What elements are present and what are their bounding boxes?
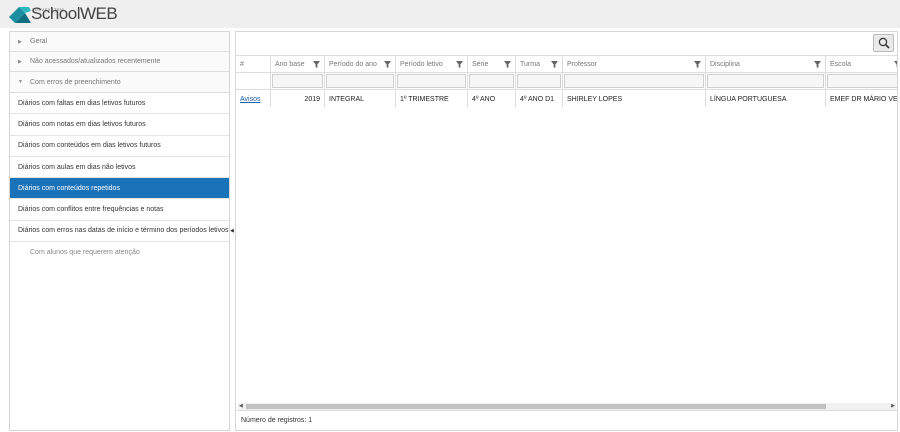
sidebar-item[interactable]: Diários com notas em dias letivos futuro… (10, 114, 229, 136)
filter-cell (236, 73, 271, 89)
column-filter-input[interactable] (326, 74, 394, 88)
group-label: Não acessados/atualizados recentemente (30, 58, 161, 65)
filter-cell (396, 73, 468, 89)
group-geral[interactable]: ▶ Geral (10, 32, 229, 52)
column-header[interactable]: Série (468, 56, 516, 72)
column-label: Período do ano (329, 60, 377, 68)
table-cell: 4º ANO D1 (516, 91, 563, 107)
filter-cell (271, 73, 325, 89)
logo-icon (9, 7, 31, 23)
filter-cell (826, 73, 897, 89)
column-filter-input[interactable] (469, 74, 514, 88)
sidebar-item[interactable]: Diários com conflitos entre frequências … (10, 199, 229, 221)
scroll-left-icon[interactable]: ◀ (239, 403, 243, 409)
sidebar-item[interactable]: Diários com faltas em dias letivos futur… (10, 93, 229, 115)
filter-icon[interactable] (894, 60, 897, 68)
data-grid: # Ano base Período do ano Período letivo Sér… (236, 55, 897, 107)
search-icon (878, 37, 890, 49)
filter-icon[interactable] (504, 60, 511, 68)
filter-icon[interactable] (551, 60, 558, 68)
column-label: Ano base (275, 60, 305, 68)
sidebar-item[interactable]: Diários com conteúdos em dias letivos fu… (10, 136, 229, 157)
sidebar: ▶ Geral ▶ Não acessados/atualizados recent… (9, 31, 230, 431)
filter-icon[interactable] (313, 60, 320, 68)
column-label: Professor (567, 60, 597, 68)
caret-right-icon: ▶ (18, 38, 22, 45)
table-cell: 4º ANO (468, 91, 516, 107)
column-label: Escola (830, 60, 852, 68)
column-filter-input[interactable] (517, 74, 561, 88)
column-label: # (240, 60, 244, 68)
column-filter-input[interactable] (827, 74, 897, 88)
table-cell: EMEF DR MÁRIO VELLI (826, 91, 897, 107)
table-row: Avisos 2019 INTEGRAL 1º TRIMESTRE 4º ANO 4º A… (236, 91, 897, 107)
group-com-alunos[interactable]: Com alunos que requerem atenção (10, 242, 229, 263)
avisos-link[interactable]: Avisos (240, 96, 261, 103)
filter-cell (516, 73, 563, 89)
app-header: TOTVSYSTEM SchoolWEB (0, 0, 900, 28)
filter-cell (706, 73, 826, 89)
logo-tagline: TOTVSYSTEM (32, 7, 65, 12)
column-header[interactable]: Escola (826, 56, 897, 72)
caret-down-icon: ▼ (18, 79, 23, 85)
sidebar-item[interactable]: Diários com erros nas datas de início e … (10, 221, 229, 243)
group-com-erros[interactable]: ▼ Com erros de preenchimento (10, 72, 229, 93)
column-header[interactable]: # (236, 56, 271, 72)
filter-icon[interactable] (456, 60, 463, 68)
filter-row (236, 73, 897, 90)
column-label: Disciplina (710, 60, 740, 68)
group-label: Com erros de preenchimento (30, 78, 121, 86)
caret-right-icon: ▶ (18, 58, 22, 65)
column-header[interactable]: Período letivo (396, 56, 468, 72)
results-panel: # Ano base Período do ano Período letivo Sér… (235, 31, 898, 431)
filter-cell (468, 73, 516, 89)
scroll-right-icon[interactable]: ▶ (891, 403, 895, 409)
table-cell: 2019 (271, 91, 325, 107)
scrollbar-thumb[interactable] (246, 404, 826, 409)
filter-cell (325, 73, 396, 89)
column-label: Turma (520, 60, 540, 68)
column-filter-input[interactable] (707, 74, 824, 88)
table-cell: 1º TRIMESTRE (396, 91, 468, 107)
column-label: Série (472, 60, 489, 68)
horizontal-scrollbar[interactable]: ◀ ▶ (238, 403, 896, 410)
header-row: # Ano base Período do ano Período letivo Sér… (236, 55, 897, 73)
filter-icon[interactable] (694, 60, 701, 68)
column-header[interactable]: Período do ano (325, 56, 396, 72)
column-header[interactable]: Turma (516, 56, 563, 72)
group-nao-acessados[interactable]: ▶ Não acessados/atualizados recentemente (10, 52, 229, 72)
table-cell: Avisos (236, 91, 271, 107)
table-cell: INTEGRAL (325, 91, 396, 107)
sidebar-item-selected[interactable]: Diários com conteúdos repetidos (10, 178, 229, 200)
collapse-splitter-icon[interactable]: ◀ (230, 228, 234, 234)
filter-icon[interactable] (384, 60, 391, 68)
group-label: Geral (30, 38, 48, 45)
column-filter-input[interactable] (397, 74, 466, 88)
column-header[interactable]: Professor (563, 56, 706, 72)
record-count: Número de registros: 1 (236, 410, 897, 430)
column-filter-input[interactable] (272, 74, 323, 88)
column-header[interactable]: Ano base (271, 56, 325, 72)
sidebar-item[interactable]: Diários com aulas em dias não letivos (10, 157, 229, 179)
search-button[interactable] (873, 34, 894, 52)
column-filter-input[interactable] (564, 74, 704, 88)
table-cell: LÍNGUA PORTUGUESA (706, 91, 826, 107)
column-header[interactable]: Disciplina (706, 56, 826, 72)
column-label: Período letivo (400, 60, 443, 68)
table-cell: SHIRLEY LOPES (563, 91, 706, 107)
schoolweb-logo: TOTVSYSTEM SchoolWEB (9, 5, 118, 23)
filter-icon[interactable] (814, 60, 821, 68)
filter-cell (563, 73, 706, 89)
